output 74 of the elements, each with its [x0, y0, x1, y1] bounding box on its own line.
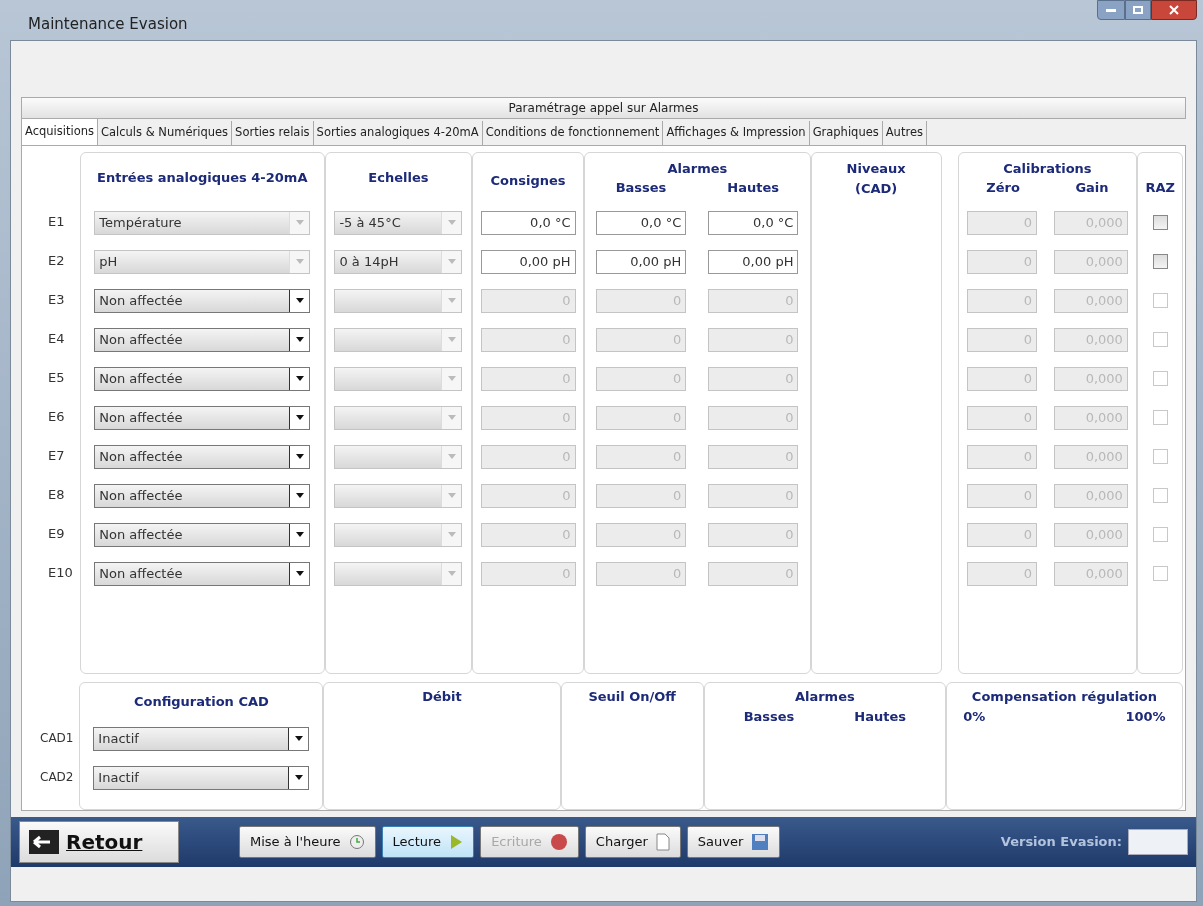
- play-icon: [449, 834, 464, 850]
- column-heading: Alarmes: [794, 688, 855, 706]
- panel-header: Paramétrage appel sur Alarmes: [21, 97, 1186, 119]
- column-heading: (CAD): [854, 179, 898, 198]
- column-heading: Echelles: [368, 169, 429, 188]
- column-heading: Basses: [743, 707, 795, 726]
- tab[interactable]: Calculs & Numériques: [98, 121, 233, 145]
- tab[interactable]: Autres: [882, 121, 927, 145]
- column-heading: RAZ: [1145, 178, 1175, 197]
- column-heading: 100%: [1125, 707, 1166, 726]
- clock-icon: [348, 834, 365, 850]
- dropdown[interactable]: Non affectée: [94, 405, 311, 430]
- dropdown[interactable]: Non affectée: [94, 522, 311, 547]
- input-field[interactable]: 0,0 °C: [596, 210, 687, 235]
- toolbar-button[interactable]: Sauver: [686, 826, 781, 858]
- dropdown[interactable]: Inactif: [93, 765, 310, 790]
- minimize-button[interactable]: [1097, 0, 1125, 20]
- row-label: E2: [47, 251, 65, 270]
- input-field[interactable]: 0,00 pH: [708, 249, 799, 274]
- column-heading: Hautes: [854, 707, 907, 726]
- tab[interactable]: Affichages & Impression: [663, 121, 810, 145]
- row-label: CAD2: [39, 768, 74, 786]
- column-heading: Consignes: [490, 172, 566, 191]
- input-field[interactable]: 0,0 °C: [708, 210, 799, 235]
- column-heading: Alarmes: [667, 159, 728, 178]
- dropdown[interactable]: Non affectée: [94, 288, 311, 313]
- column-heading: Seuil On/Off: [588, 688, 676, 706]
- row-label: E3: [47, 290, 65, 309]
- dropdown[interactable]: Non affectée: [94, 327, 311, 352]
- dropdown[interactable]: Inactif: [93, 726, 310, 751]
- checkbox[interactable]: [1152, 215, 1168, 230]
- row-label: E8: [47, 485, 65, 504]
- record-icon: [549, 833, 568, 851]
- input-field[interactable]: 0,0 °C: [480, 210, 576, 235]
- column-heading: Calibrations: [1003, 159, 1092, 178]
- version-label: Version Evasion:: [1000, 833, 1122, 852]
- column-heading: Configuration CAD: [133, 694, 269, 709]
- dropdown[interactable]: Non affectée: [94, 483, 311, 508]
- column-heading: Zéro: [986, 179, 1020, 197]
- row-label: E6: [47, 407, 65, 426]
- tab[interactable]: Acquisitions: [21, 118, 98, 145]
- version-field: [1128, 829, 1188, 855]
- maximize-button[interactable]: [1125, 0, 1151, 20]
- row-label: CAD1: [39, 729, 74, 747]
- dropdown[interactable]: Non affectée: [94, 366, 311, 391]
- row-label: E1: [47, 212, 65, 231]
- back-button[interactable]: Retour: [19, 821, 179, 863]
- column-heading: 0%: [963, 707, 986, 726]
- checkbox[interactable]: [1152, 254, 1168, 269]
- dropdown[interactable]: Non affectée: [94, 561, 311, 586]
- dropdown[interactable]: Non affectée: [94, 444, 311, 469]
- row-label: E10: [47, 563, 73, 582]
- row-label: E5: [47, 368, 65, 387]
- window-title: Maintenance Evasion: [27, 13, 188, 35]
- toolbar-button[interactable]: Charger: [584, 826, 681, 858]
- document-icon: [655, 833, 670, 851]
- toolbar-button[interactable]: Lecture: [381, 826, 475, 858]
- column-heading: Basses: [615, 179, 667, 197]
- toolbar-button[interactable]: Mise à l'heure: [239, 826, 376, 858]
- input-field[interactable]: 0,00 pH: [480, 249, 576, 274]
- input-field[interactable]: 0,00 pH: [596, 249, 687, 274]
- row-label: E9: [47, 524, 65, 543]
- row-label: E4: [47, 329, 65, 348]
- column-heading: Gain: [1075, 179, 1109, 197]
- column-heading: Entrées analogiques 4-20mA: [97, 169, 308, 188]
- door-exit-icon: [28, 829, 60, 855]
- column-heading: Débit: [422, 688, 462, 706]
- column-heading: Compensation régulation: [971, 688, 1158, 706]
- column-heading: Hautes: [727, 179, 780, 197]
- close-button[interactable]: [1151, 0, 1197, 20]
- tab[interactable]: Sorties relais: [232, 121, 314, 145]
- column-heading: Niveaux: [846, 160, 906, 178]
- close-icon: [1169, 5, 1179, 15]
- row-label: E7: [47, 446, 65, 465]
